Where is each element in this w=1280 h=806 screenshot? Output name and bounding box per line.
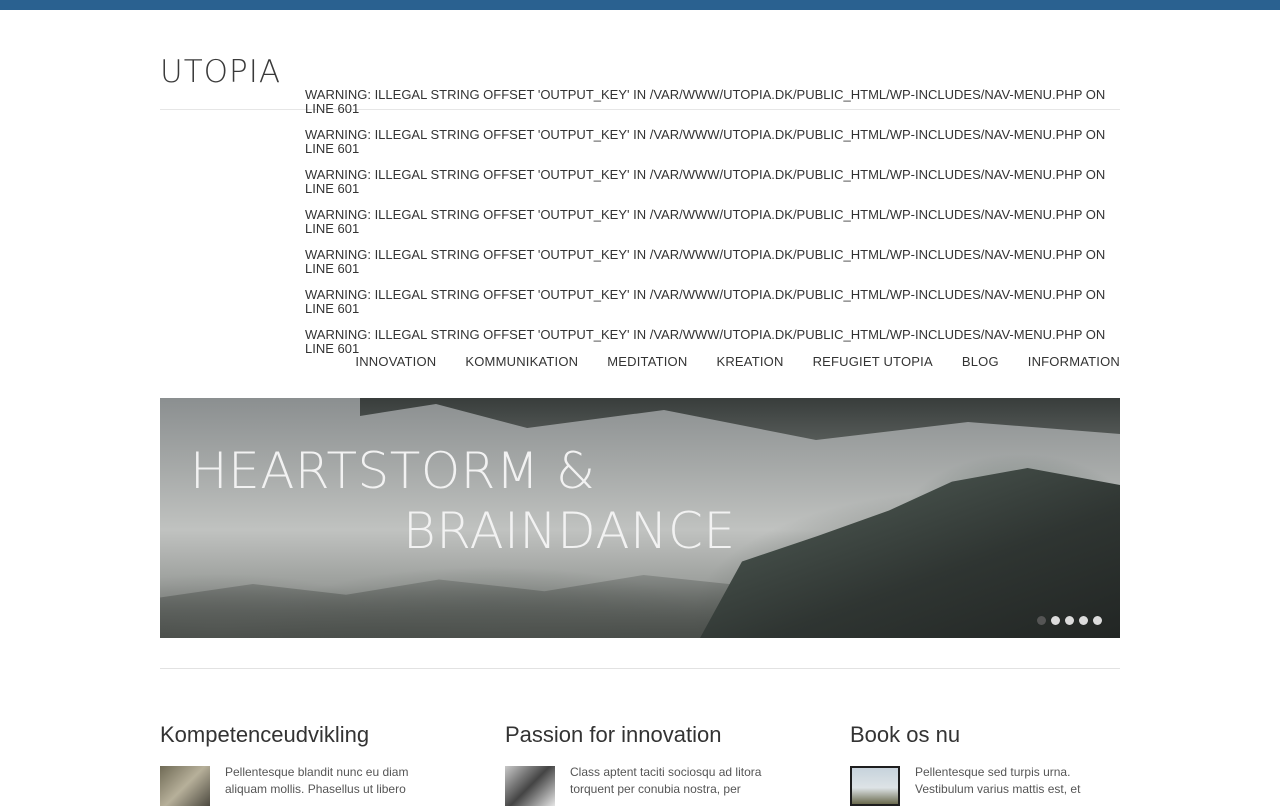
php-warning: Warning: Illegal string offset 'output_k… xyxy=(305,207,1106,236)
php-warning: Warning: Illegal string offset 'output_k… xyxy=(305,127,1106,156)
nav-item-refugiet-utopia[interactable]: REFUGIET UTOPIA xyxy=(813,354,933,369)
slider-dot-3[interactable] xyxy=(1065,616,1074,625)
nav-item-information[interactable]: INFORMATION xyxy=(1028,354,1120,369)
slider-dot-1[interactable] xyxy=(1037,616,1046,625)
hero-image-rocks xyxy=(160,575,780,638)
feature-column-competence: Kompetenceudvikling Pellentesque blandit… xyxy=(160,722,460,806)
slider-pagination xyxy=(1037,616,1102,625)
nav-item-kommunikation[interactable]: KOMMUNIKATION xyxy=(465,354,578,369)
top-accent-bar xyxy=(0,0,1280,10)
hero-headline-line1: HEARTSTORM & xyxy=(190,442,596,500)
hero-slider[interactable]: HEARTSTORM & BRAINDANCE xyxy=(160,398,1120,638)
nav-item-meditation[interactable]: MEDITATION xyxy=(607,354,687,369)
slider-dot-2[interactable] xyxy=(1051,616,1060,625)
php-warnings: Warning: Illegal string offset 'output_k… xyxy=(305,88,1120,368)
php-warning: Warning: Illegal string offset 'output_k… xyxy=(305,247,1106,276)
feature-title[interactable]: Passion for innovation xyxy=(505,722,805,748)
php-warning: Warning: Illegal string offset 'output_k… xyxy=(305,87,1106,116)
slider-dot-5[interactable] xyxy=(1093,616,1102,625)
hero-image-boulder xyxy=(700,468,1120,638)
feature-thumbnail[interactable] xyxy=(850,766,900,806)
feature-thumbnail[interactable] xyxy=(505,766,555,806)
nav-item-blog[interactable]: BLOG xyxy=(962,354,999,369)
logo-text: UTOPIA xyxy=(160,54,282,90)
nav-item-kreation[interactable]: KREATION xyxy=(716,354,783,369)
feature-title[interactable]: Book os nu xyxy=(850,722,1150,748)
feature-thumbnail[interactable] xyxy=(160,766,210,806)
feature-column-innovation: Passion for innovation Class aptent taci… xyxy=(505,722,805,806)
php-warning: Warning: Illegal string offset 'output_k… xyxy=(305,167,1106,196)
main-nav: INNOVATION KOMMUNIKATION MEDITATION KREA… xyxy=(326,354,1120,369)
feature-title[interactable]: Kompetenceudvikling xyxy=(160,722,460,748)
php-warning: Warning: Illegal string offset 'output_k… xyxy=(305,287,1106,316)
site-logo[interactable]: UTOPIA xyxy=(160,56,290,88)
content-divider xyxy=(160,668,1120,669)
nav-item-innovation[interactable]: INNOVATION xyxy=(355,354,436,369)
slider-dot-4[interactable] xyxy=(1079,616,1088,625)
hero-headline-line2: BRAINDANCE xyxy=(403,502,736,560)
php-warning: Warning: Illegal string offset 'output_k… xyxy=(305,327,1106,356)
feature-column-booking: Book os nu Pellentesque sed turpis urna.… xyxy=(850,722,1150,806)
